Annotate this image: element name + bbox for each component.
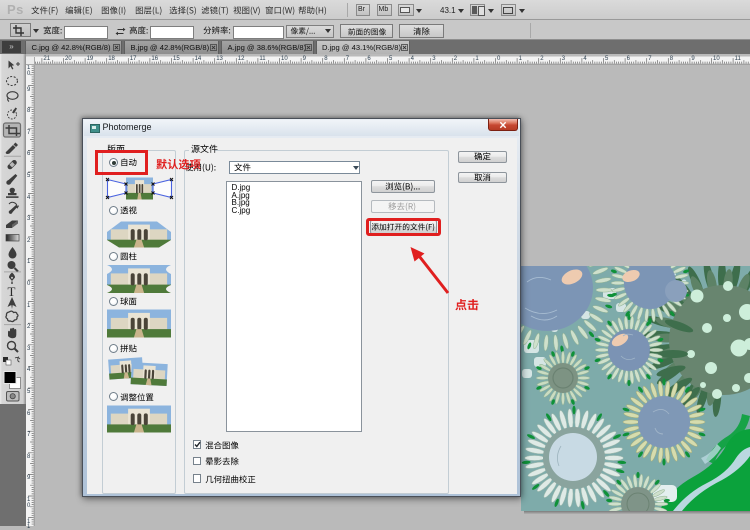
- svg-text:T: T: [8, 284, 16, 299]
